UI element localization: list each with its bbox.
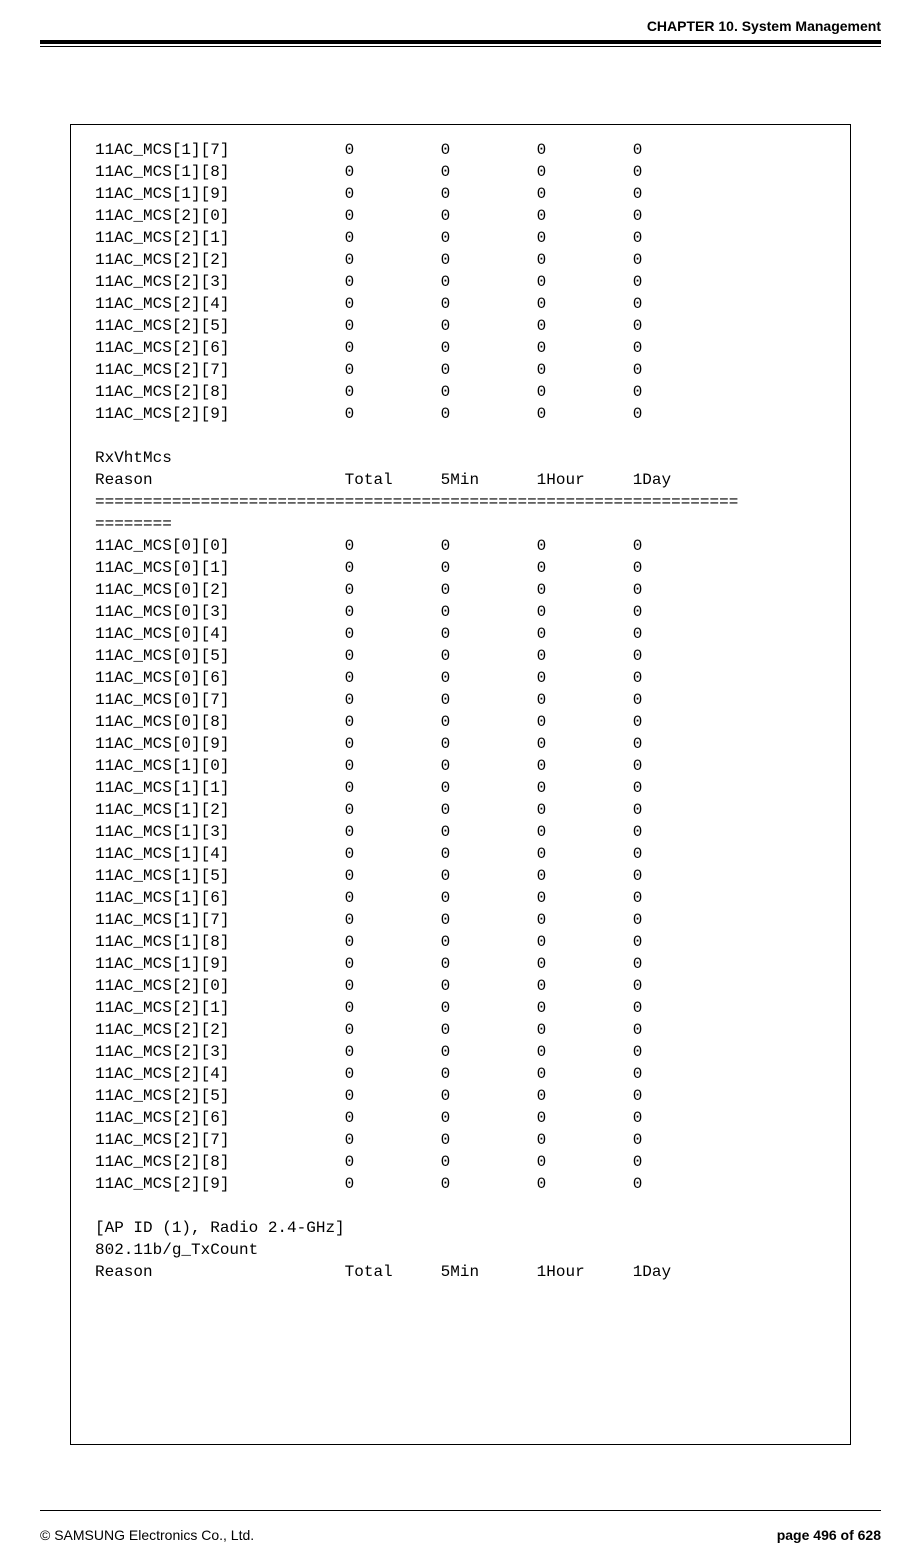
page-header: CHAPTER 10. System Management [40, 0, 881, 40]
terminal-output-text: 11AC_MCS[1][7] 0 0 0 0 11AC_MCS[1][8] 0 … [95, 139, 830, 1283]
terminal-output-box: 11AC_MCS[1][7] 0 0 0 0 11AC_MCS[1][8] 0 … [70, 124, 851, 1445]
page-container: CHAPTER 10. System Management 11AC_MCS[1… [0, 0, 921, 1565]
footer-rule [40, 1510, 881, 1511]
chapter-title: CHAPTER 10. System Management [647, 18, 881, 34]
page-footer: © SAMSUNG Electronics Co., Ltd. page 496… [40, 1527, 881, 1543]
footer-page-number: page 496 of 628 [777, 1527, 881, 1543]
header-rule-thick [40, 40, 881, 44]
header-rule-thin [40, 46, 881, 47]
footer-copyright: © SAMSUNG Electronics Co., Ltd. [40, 1527, 254, 1543]
